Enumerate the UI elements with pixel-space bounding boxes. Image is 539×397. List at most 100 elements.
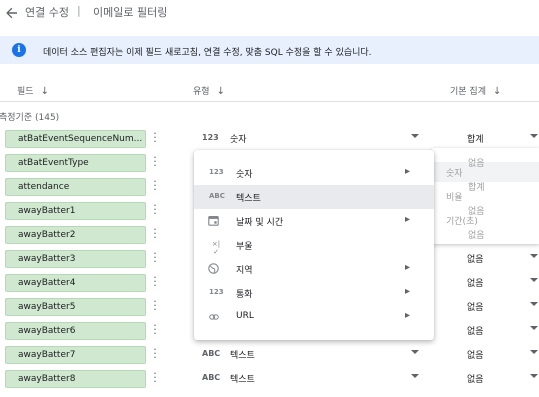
dropdown-arrow-icon[interactable] (530, 350, 538, 354)
menu-item-date-time[interactable]: 날짜 및 시간 ▸ (194, 209, 434, 233)
more-vert-icon[interactable]: · · · (151, 248, 159, 267)
column-header-field-label: 필드 (17, 87, 34, 97)
dropdown-arrow-icon[interactable] (411, 374, 419, 378)
menu-item-label: 텍스트 (236, 194, 261, 204)
more-vert-icon[interactable]: · · · (151, 272, 159, 291)
chevron-right-icon: ▸ (405, 286, 411, 297)
type-icon: ABC (202, 373, 221, 382)
boolean-icon: ×|✓ (211, 240, 221, 256)
dropdown-arrow-icon[interactable] (411, 134, 419, 138)
dropdown-arrow-icon[interactable] (530, 254, 538, 258)
currency-type-icon: 123 (209, 288, 224, 296)
aggregation-select[interactable]: 합계 (467, 132, 484, 145)
menu-item-label: 지역 (236, 266, 253, 276)
aggregation-option[interactable]: 숫자 (446, 166, 463, 179)
menu-item-number[interactable]: 123 숫자 ▸ (194, 161, 434, 185)
menu-item-label: 부울 (236, 242, 253, 252)
menu-item-label: URL (236, 311, 254, 321)
info-icon: i (12, 43, 26, 57)
type-icon: ABC (202, 349, 221, 358)
chevron-right-icon: ▸ (405, 262, 411, 273)
more-vert-icon[interactable]: · · · (151, 200, 159, 219)
aggregation-value: 없음 (468, 159, 485, 169)
aggregation-menu: 숫자 비율 기간(초) 없음 합계 없음 없음 (432, 148, 539, 244)
more-vert-icon[interactable]: · · · (151, 128, 159, 147)
sort-arrow-icon[interactable]: ↓ (493, 86, 501, 97)
column-header-aggregation-label: 기본 집계 (450, 87, 486, 97)
breadcrumb-separator: | (77, 4, 81, 17)
dropdown-arrow-icon[interactable] (530, 278, 538, 282)
aggregation-select[interactable]: 없음 (467, 300, 484, 313)
chevron-right-icon: ▸ (405, 310, 411, 321)
field-name-chip[interactable]: awayBatter3 (5, 250, 146, 268)
menu-item-currency[interactable]: 123 통화 ▸ (194, 281, 434, 305)
column-header-type[interactable]: 유형 ↓ (193, 84, 225, 97)
aggregation-select[interactable]: 없음 (467, 348, 484, 361)
aggregation-value: 없음 (468, 231, 485, 241)
column-header-field[interactable]: 필드 ↓ (17, 84, 49, 97)
field-name-chip[interactable]: awayBatter1 (5, 202, 146, 220)
dropdown-arrow-icon[interactable] (530, 374, 538, 378)
menu-item-label: 통화 (236, 290, 253, 300)
sort-arrow-icon[interactable]: ↓ (217, 86, 225, 97)
menu-item-label: 숫자 (236, 170, 253, 180)
menu-item-geo[interactable]: 지역 ▸ (194, 257, 434, 281)
more-vert-icon[interactable]: · · · (151, 152, 159, 171)
field-name-chip[interactable]: awayBatter5 (5, 298, 146, 316)
aggregation-select[interactable]: 없음 (467, 324, 484, 337)
more-vert-icon[interactable]: · · · (151, 344, 159, 363)
field-name-chip[interactable]: awayBatter8 (5, 370, 146, 388)
chevron-right-icon: ▸ (405, 166, 411, 177)
header-divider (0, 101, 539, 102)
sort-arrow-icon[interactable]: ↓ (41, 86, 49, 97)
menu-item-label: 날짜 및 시간 (236, 218, 284, 228)
aggregation-select[interactable]: 없음 (467, 372, 484, 385)
field-row: awayBatter8 · · · ABC 텍스트 없음 (0, 367, 539, 391)
type-select[interactable]: 텍스트 (230, 348, 255, 361)
aggregation-select[interactable]: 없음 (467, 276, 484, 289)
aggregation-select[interactable]: 없음 (467, 252, 484, 265)
type-icon: 123 (202, 133, 219, 142)
field-row: awayBatter7 · · · ABC 텍스트 없음 (0, 343, 539, 367)
dropdown-arrow-icon[interactable] (530, 302, 538, 306)
type-select[interactable]: 텍스트 (230, 372, 255, 385)
globe-icon (208, 263, 219, 274)
field-name-chip[interactable]: awayBatter6 (5, 322, 146, 340)
field-name-chip[interactable]: awayBatter7 (5, 346, 146, 364)
field-name-chip[interactable]: atBatEventSequenceNum... (5, 130, 146, 148)
menu-item-url[interactable]: URL ▸ (194, 305, 434, 329)
breadcrumb-datasource-name: 이메일로 필터링 (93, 6, 168, 19)
menu-item-boolean[interactable]: ×|✓ 부울 (194, 233, 434, 257)
text-type-icon: ABC (209, 192, 225, 200)
more-vert-icon[interactable]: · · · (151, 296, 159, 315)
arrow-back-icon[interactable] (4, 5, 20, 21)
dropdown-arrow-icon[interactable] (530, 134, 538, 138)
type-dropdown-menu: 123 숫자 ▸ ABC 텍스트 날짜 및 시간 ▸ ×|✓ 부울 지역 ▸ 1… (194, 150, 434, 340)
calendar-icon (208, 216, 219, 226)
dimension-group-label: 측정기준 (145) (0, 113, 60, 123)
dropdown-arrow-icon[interactable] (530, 326, 538, 330)
type-select[interactable]: 숫자 (230, 132, 247, 145)
breadcrumb-edit-connection[interactable]: 연결 수정 (25, 4, 69, 20)
column-header-aggregation[interactable]: 기본 집계 ↓ (450, 84, 501, 97)
more-vert-icon[interactable]: · · · (151, 176, 159, 195)
info-banner: i 데이터 소스 편집자는 이제 필드 새로고침, 연결 수정, 맞춤 SQL … (0, 36, 539, 64)
more-vert-icon[interactable]: · · · (151, 368, 159, 387)
menu-item-text[interactable]: ABC 텍스트 (194, 185, 434, 209)
column-header-type-label: 유형 (193, 87, 210, 97)
aggregation-value: 없음 (468, 207, 485, 217)
link-icon (209, 314, 219, 320)
top-bar: 연결 수정 | 이메일로 필터링 (0, 0, 539, 28)
aggregation-value: 합계 (468, 183, 485, 193)
chevron-right-icon: ▸ (405, 214, 411, 225)
more-vert-icon[interactable]: · · · (151, 320, 159, 339)
field-name-chip[interactable]: awayBatter4 (5, 274, 146, 292)
number-type-icon: 123 (209, 168, 224, 176)
aggregation-option[interactable]: 비율 (446, 190, 463, 203)
field-name-chip[interactable]: awayBatter2 (5, 226, 146, 244)
field-name-chip[interactable]: attendance (5, 178, 146, 196)
field-name-chip[interactable]: atBatEventType (5, 154, 146, 172)
info-banner-text: 데이터 소스 편집자는 이제 필드 새로고침, 연결 수정, 맞춤 SQL 수정… (43, 48, 372, 58)
more-vert-icon[interactable]: · · · (151, 224, 159, 243)
dropdown-arrow-icon[interactable] (411, 350, 419, 354)
